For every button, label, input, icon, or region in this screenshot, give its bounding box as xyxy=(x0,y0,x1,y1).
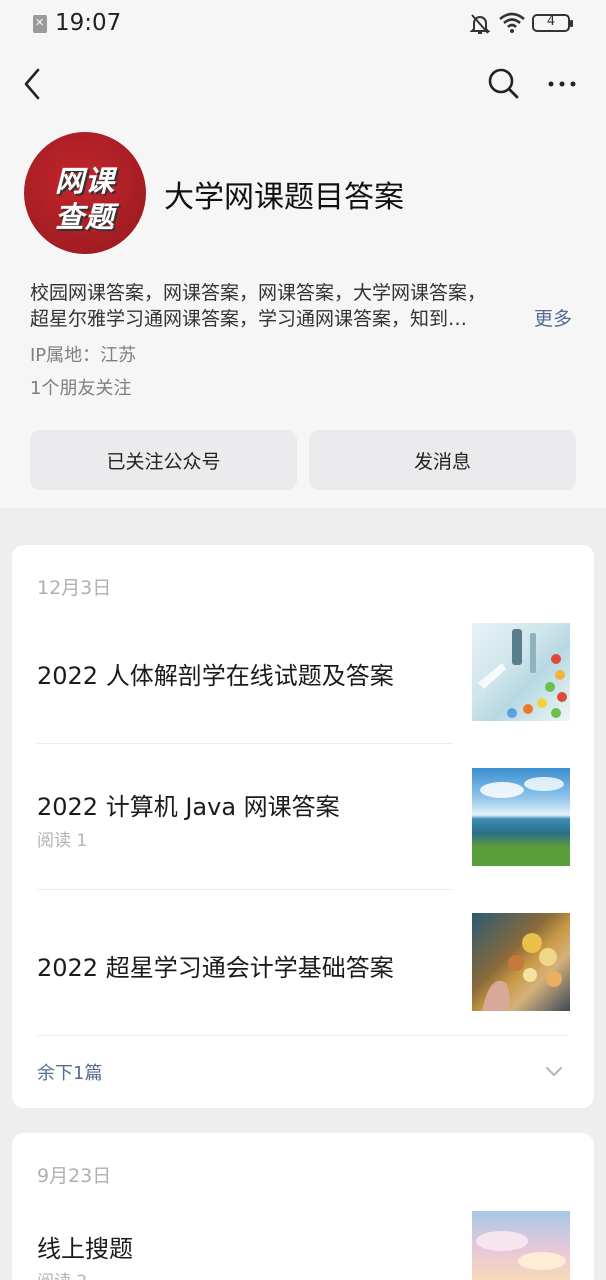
more-link[interactable]: 更多 xyxy=(534,304,572,331)
article-read-count: 阅读 1 xyxy=(37,831,88,851)
description-line2: 超星尔雅学习通网课答案，学习通网课答案，知到… xyxy=(30,308,468,330)
article-group-card: 12月3日 2022 人体解剖学在线试题及答案 2022 计算机 Java 网课… xyxy=(12,545,594,1108)
more-icon[interactable] xyxy=(544,70,580,98)
ip-location: IP属地：江苏 xyxy=(30,345,137,366)
group-date: 12月3日 xyxy=(37,577,112,599)
flowers-image-icon xyxy=(482,933,562,1011)
article-title[interactable]: 线上搜题 xyxy=(37,1229,133,1264)
avatar[interactable]: 网课 查题 xyxy=(24,132,146,254)
wifi-icon xyxy=(499,12,525,33)
description-line1: 校园网课答案，网课答案，网课答案，大学网课答案， xyxy=(30,282,487,304)
remaining-articles-link[interactable]: 余下1篇 xyxy=(37,1059,102,1085)
friends-following[interactable]: 1个朋友关注 xyxy=(30,374,131,400)
article-divider xyxy=(37,743,453,744)
article-thumbnail[interactable] xyxy=(472,623,570,721)
sky-image-icon xyxy=(476,1231,566,1270)
article-title[interactable]: 2022 计算机 Java 网课答案 xyxy=(37,787,340,822)
chevron-down-icon[interactable] xyxy=(544,1065,564,1079)
lab-image-icon xyxy=(478,629,567,718)
bell-muted-icon xyxy=(469,14,491,34)
article-thumbnail[interactable] xyxy=(472,768,570,866)
status-bar: 19:07 4 xyxy=(0,0,606,48)
article-divider xyxy=(37,889,453,890)
battery-icon: 4 xyxy=(532,14,573,32)
account-name: 大学网课题目答案 xyxy=(164,180,404,215)
sim-off-icon xyxy=(33,15,47,33)
battery-level: 4 xyxy=(546,14,556,29)
article-divider xyxy=(37,1035,569,1036)
article-thumbnail[interactable] xyxy=(472,1211,570,1280)
search-icon[interactable] xyxy=(484,64,524,104)
group-date: 9月23日 xyxy=(37,1165,112,1187)
back-icon[interactable] xyxy=(18,66,48,102)
landscape-image-icon xyxy=(472,777,570,866)
article-group-card: 9月23日 线上搜题 阅读 2 xyxy=(12,1133,594,1280)
article-thumbnail[interactable] xyxy=(472,913,570,1011)
message-button[interactable]: 发消息 xyxy=(309,430,576,490)
follow-button[interactable]: 已关注公众号 xyxy=(30,430,297,490)
account-description: 校园网课答案，网课答案，网课答案，大学网课答案， 超星尔雅学习通网课答案，学习通… xyxy=(30,280,530,332)
article-read-count: 阅读 2 xyxy=(37,1267,87,1280)
status-time: 19:07 xyxy=(55,10,122,36)
avatar-text-line2: 查题 xyxy=(54,200,115,234)
article-title[interactable]: 2022 人体解剖学在线试题及答案 xyxy=(37,656,394,691)
article-title[interactable]: 2022 超星学习通会计学基础答案 xyxy=(37,948,394,983)
